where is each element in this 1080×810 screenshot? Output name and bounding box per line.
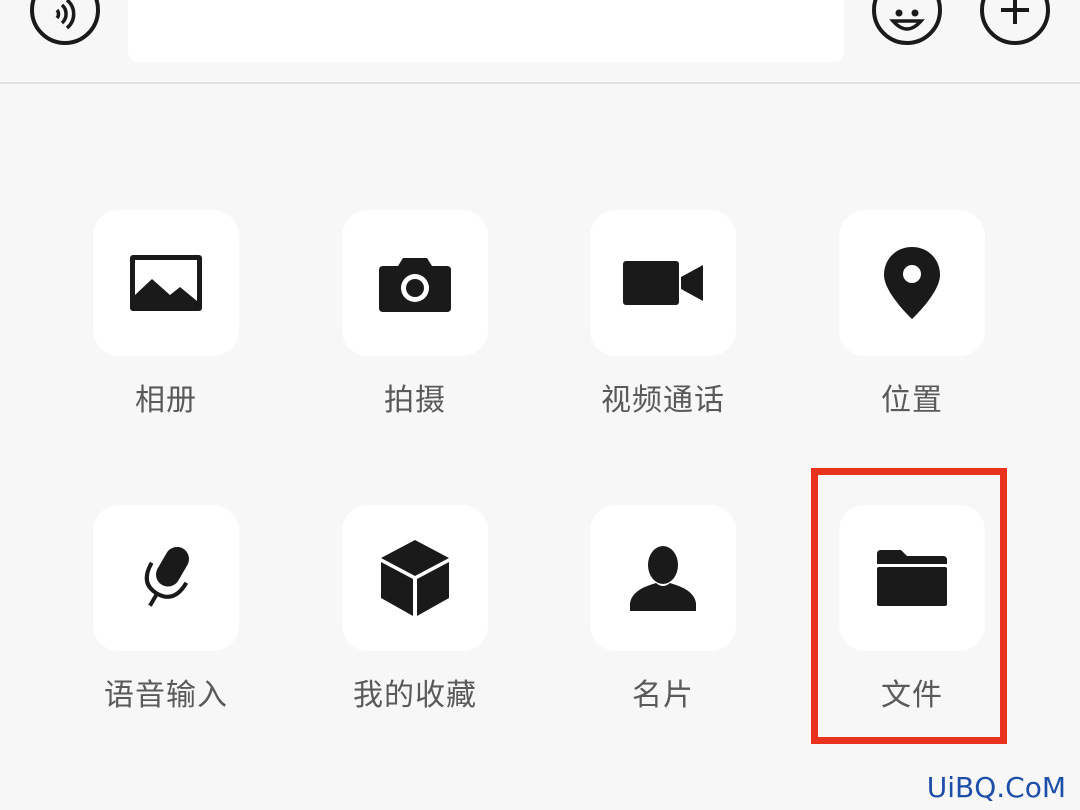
emoji-button[interactable] [872,0,942,45]
tile-location-icon-box[interactable] [839,210,985,356]
tile-album[interactable]: 相册 [93,210,239,418]
tile-voice-input-icon-box[interactable] [93,505,239,651]
camera-icon [379,258,451,312]
tile-camera[interactable]: 拍摄 [342,210,488,418]
tile-file-icon-box[interactable] [839,505,985,651]
tile-label: 名片 [632,678,694,713]
tile-contact-card[interactable]: 名片 [590,505,736,713]
tile-file[interactable]: 文件 [839,505,985,713]
location-pin-icon [884,247,940,319]
tile-favorites-icon-box[interactable] [342,505,488,651]
tile-label: 文件 [881,678,943,713]
tile-label: 我的收藏 [353,678,477,713]
tile-label: 语音输入 [104,678,228,713]
cube-icon [381,540,449,616]
tile-contact-card-icon-box[interactable] [590,505,736,651]
watermark: UiBQ.CoM [926,771,1066,804]
tile-album-icon-box[interactable] [93,210,239,356]
tile-label: 位置 [881,383,943,418]
microphone-icon [144,546,189,607]
message-input[interactable] [128,0,844,62]
chat-input-bar [0,0,1080,84]
contact-card-icon [630,546,696,611]
tile-label: 视频通话 [601,383,725,418]
tile-camera-icon-box[interactable] [342,210,488,356]
tile-video-call-icon-box[interactable] [590,210,736,356]
smiley-face-icon [889,9,925,31]
tile-label: 拍摄 [384,383,446,418]
tile-video-call[interactable]: 视频通话 [590,210,736,418]
tile-voice-input[interactable]: 语音输入 [93,505,239,713]
plus-icon [1001,0,1029,24]
tile-favorites[interactable]: 我的收藏 [342,505,488,713]
video-call-icon [623,261,703,305]
more-functions-button[interactable] [980,0,1050,45]
photo-album-icon [130,255,202,311]
folder-icon [877,550,947,606]
chat-extension-panel: 相册 拍摄 视频通话 位置 语音输入 我的收藏 名片 文件 UiBQ.CoM [0,0,1080,810]
voice-input-button[interactable] [30,0,100,45]
tile-label: 相册 [135,383,197,418]
voice-wave-icon [55,0,76,30]
tile-location[interactable]: 位置 [839,210,985,418]
